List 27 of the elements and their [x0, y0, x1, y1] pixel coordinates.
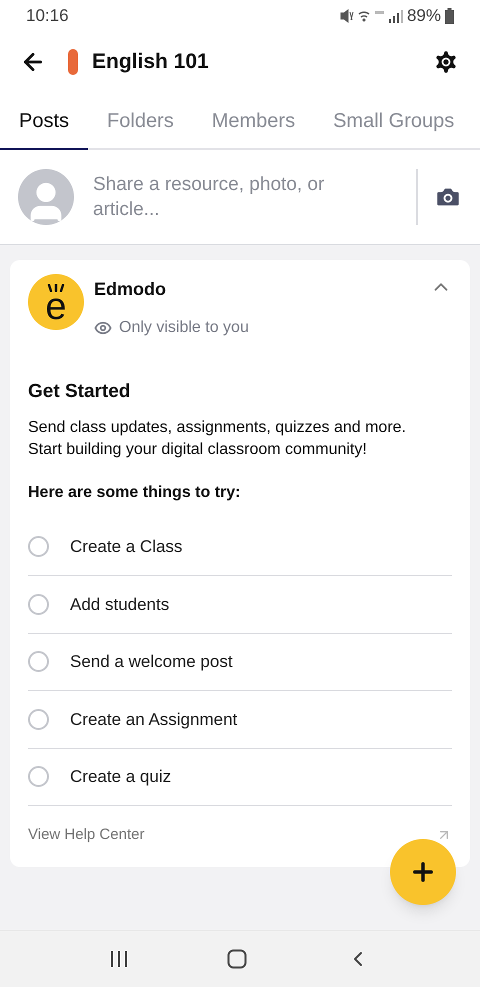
recent-apps-icon[interactable]: [110, 950, 128, 968]
task-item[interactable]: Create an Assignment: [28, 691, 452, 748]
task-checkbox[interactable]: [28, 651, 49, 672]
task-item[interactable]: Create a quiz: [28, 748, 452, 806]
visibility-label: Only visible to you: [119, 318, 249, 338]
eye-icon: [94, 319, 112, 337]
author-name: Edmodo: [94, 278, 167, 301]
tasks-heading: Here are some things to try:: [28, 482, 242, 502]
task-item[interactable]: Add students: [28, 576, 452, 634]
post-body: Send class updates, assignments, quizzes and more. Start building your digital classroom community!: [28, 418, 407, 460]
task-item[interactable]: Send a welcome post: [28, 634, 452, 691]
task-item[interactable]: Create a Class: [28, 518, 452, 576]
post-title: Get Started: [28, 380, 132, 404]
task-checkbox[interactable]: [28, 536, 49, 558]
task-checkbox[interactable]: [28, 708, 49, 730]
task-checkbox[interactable]: [28, 766, 49, 788]
help-center-link[interactable]: View Help Center: [28, 824, 144, 846]
class-color-bar: [68, 49, 78, 75]
task-checkbox[interactable]: [28, 594, 49, 615]
signal-icon: [338, 8, 403, 24]
status-time: 10:16: [26, 5, 69, 28]
home-icon[interactable]: [226, 949, 247, 969]
battery-percentage: 89%: [406, 5, 441, 28]
tab[interactable]: Posts: [0, 94, 88, 150]
battery-icon: [445, 8, 454, 24]
class-title: English 101: [92, 49, 209, 76]
edmodo-logo: e: [28, 274, 84, 330]
